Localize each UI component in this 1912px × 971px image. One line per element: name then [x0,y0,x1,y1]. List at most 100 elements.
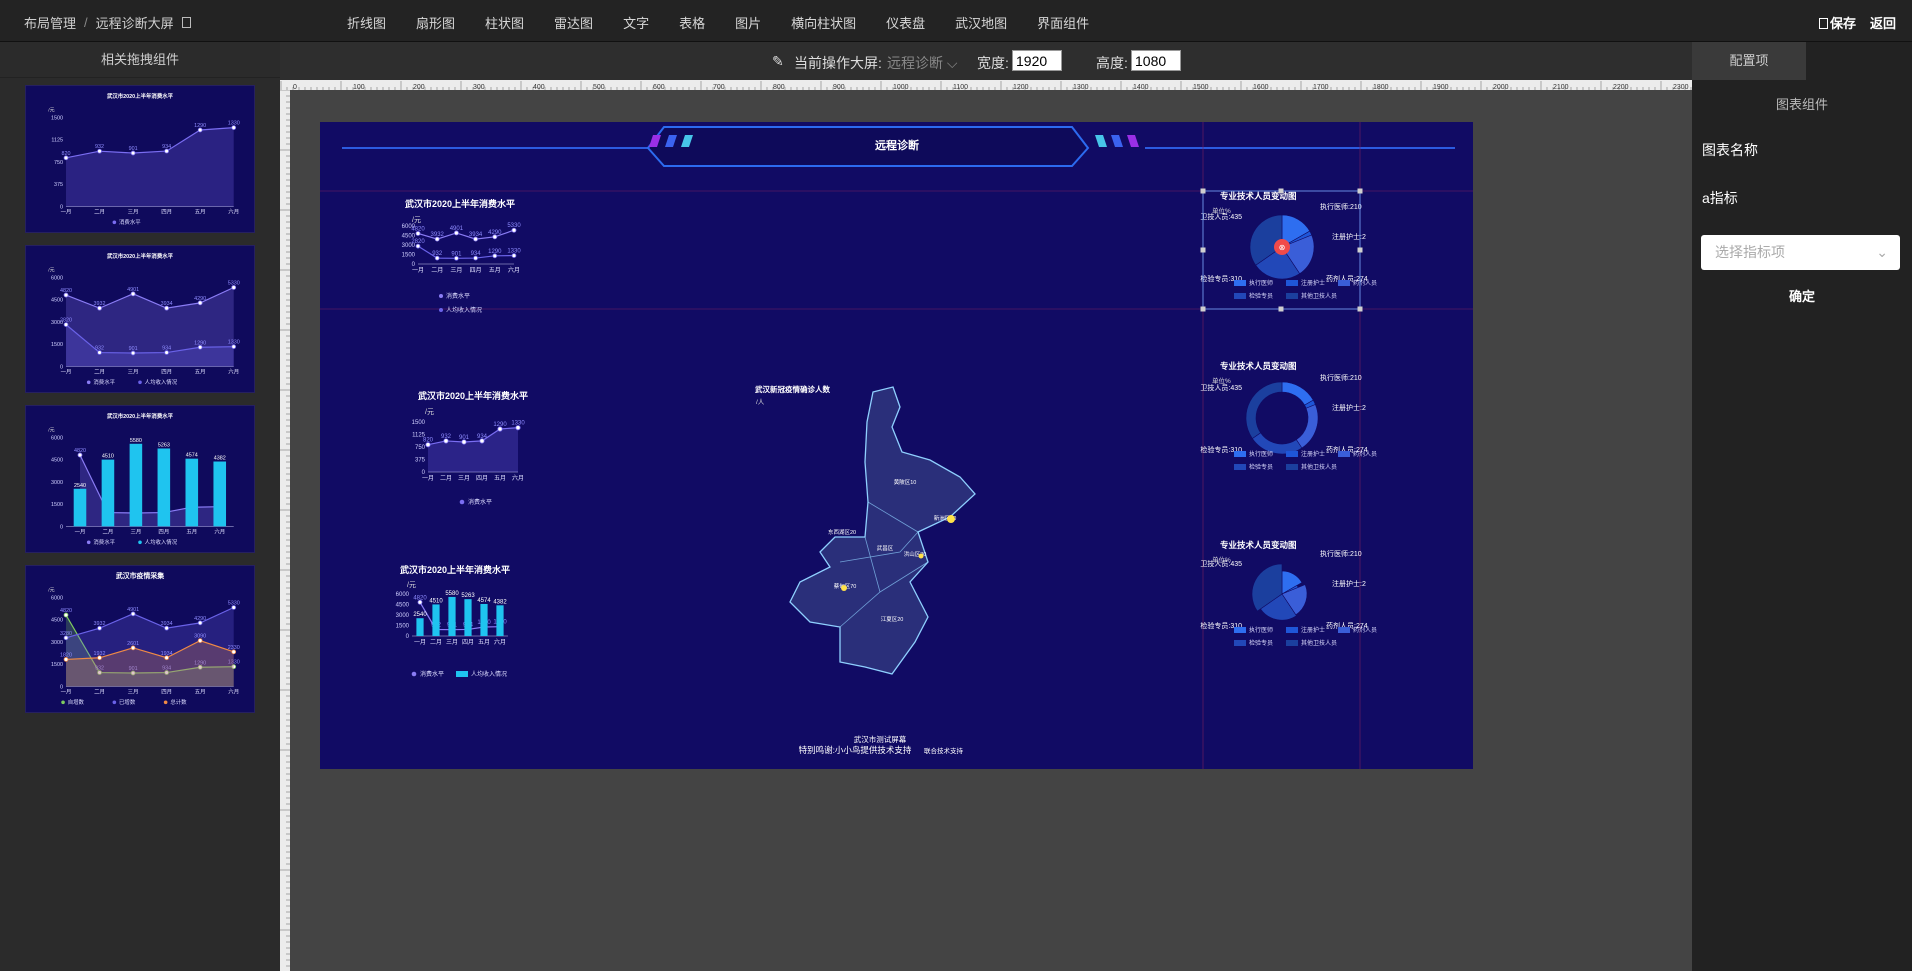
bar-5 [213,461,227,527]
x-tick-label: 六月 [228,368,239,376]
nav-item-5[interactable]: 表格 [679,13,705,32]
thumbnail-unit: /元 [48,428,54,434]
nav-item-10[interactable]: 界面组件 [1037,13,1089,32]
y-tick-label: 750 [54,160,63,166]
save-button[interactable]: 保存 [1818,13,1856,32]
nav-item-0[interactable]: 折线图 [347,13,386,32]
nav-item-4[interactable]: 文字 [623,13,649,32]
data-label: 820 [423,438,434,444]
legend-label: 消费水平 [468,498,492,506]
legend-label: 人均收入情况 [145,538,178,546]
confirm-button[interactable]: 确定 [1692,286,1912,305]
map-hotspot [918,553,924,559]
resize-handle [1278,306,1284,312]
x-tick-label: 六月 [214,528,225,536]
y-tick-label: 1500 [51,116,63,122]
y-tick-label: 4500 [51,298,63,304]
chart-unit: /元 [407,581,416,589]
data-label: 5330 [228,281,240,287]
y-tick-label: 6000 [396,592,410,598]
chevron-down-icon: ⌄ [1876,244,1888,260]
y-tick-label: 1500 [412,420,426,426]
delete-icon-glyph: ⊗ [1279,243,1286,252]
vertical-ruler [280,90,290,971]
x-tick-label: 四月 [470,267,482,274]
nav-item-2[interactable]: 柱状图 [485,13,524,32]
pie-legend-label: 执行医师 [1249,450,1273,458]
thumbnail-bar-chart[interactable]: 武汉市2020上半年消费水平/元 0 1500 3000 4500 6000 一月 二月 三月 四… [25,405,255,553]
pie-legend-marker [1234,293,1246,299]
chart-title-line2: 武汉市2020上半年消费水平 [418,390,528,401]
pie-title: 专业技术人员变动图 [1220,540,1297,550]
legend-label: 已增数 [119,698,136,706]
thumbnail-multi-line-chart[interactable]: 武汉市疫情采集/元 0 1500 3000 4500 6000 一月 二月 三月 四月 五月 六月 48… [25,565,255,713]
document-icon[interactable] [181,17,191,28]
data-label: 2820 [411,239,425,245]
edit-icon: ✎ [772,53,784,69]
y-tick-label: 3000 [51,480,63,486]
x-tick-label: 六月 [494,638,506,646]
x-tick-label: 五月 [195,369,206,376]
header-deco [1111,135,1123,147]
x-tick-label: 四月 [158,529,169,536]
data-label: 4820 [74,448,86,454]
data-label: 5580 [445,591,459,597]
pie-label: 执行医师:210 [1320,549,1362,558]
legend-label: 人均收入情况 [446,306,482,314]
left-panel: 相关拖拽组件 武汉市2020上半年消费水平/元 0 375 750 1125 1500 一月… [0,42,280,971]
data-label: 1330 [228,340,240,346]
config-panel: 配置项 图表组件 图表名称 a指标 选择指标项 ⌄ 确定 [1692,42,1912,971]
data-label: 2540 [74,483,86,489]
map-district-label: 武昌区 [877,544,894,552]
data-label: 1290 [194,340,206,346]
nav-item-7[interactable]: 横向柱状图 [791,13,856,32]
indicator-select[interactable]: 选择指标项 ⌄ [1701,235,1900,270]
pie-legend-label: 检验专员 [1249,463,1273,471]
resize-handle [1200,247,1206,253]
y-tick-label: 750 [415,445,426,451]
nav-item-1[interactable]: 扇形图 [416,13,455,32]
bar-3 [157,448,171,527]
nav-item-9[interactable]: 武汉地图 [955,13,1007,32]
width-input[interactable] [1012,50,1062,71]
y-tick-label: 4500 [51,458,63,464]
resize-handle [1357,247,1363,253]
data-label: 4290 [194,616,206,622]
legend-marker [456,671,468,677]
legend-label: 消费水平 [93,378,115,386]
screen-toolbar: ✎ 当前操作大屏: 远程诊断 ⌵ 宽度: 高度: [280,42,1692,80]
x-tick-label: 三月 [128,209,139,216]
resize-handle [1200,306,1206,312]
footer-line-2: 特别鸣谢:小小鸟提供技术支持 [799,745,912,755]
tab-config[interactable]: 配置项 [1692,42,1806,80]
left-panel-title: 相关拖拽组件 [0,42,280,78]
x-tick-label: 六月 [512,474,524,482]
current-screen-select[interactable]: 远程诊断 ⌵ [887,53,958,73]
thumbnail-area-chart[interactable]: 武汉市2020上半年消费水平/元 0 1500 3000 4500 6000 一月 二月 三月四… [25,245,255,393]
data-label: 4901 [450,226,464,232]
legend-label: 消费水平 [93,538,115,546]
data-label: 1330 [228,121,240,127]
data-label: 901 [129,346,138,352]
x-tick-label: 一月 [61,369,72,376]
back-button[interactable]: 返回 [1870,13,1896,32]
legend-marker [163,700,168,705]
chevron-down-icon: ⌵ [946,55,958,71]
height-input[interactable] [1131,50,1181,71]
data-label: 4382 [493,599,507,605]
thumbnail-title: 武汉市2020上半年消费水平 [107,252,174,260]
legend-label: 消费水平 [119,218,141,226]
data-label: 3932 [94,621,106,627]
x-tick-label: 二月 [103,529,114,536]
nav-item-3[interactable]: 雷达图 [554,13,593,32]
breadcrumb-root[interactable]: 布局管理 [24,13,76,32]
legend-marker [86,380,91,385]
pie-legend-marker [1338,627,1350,633]
pie-legend-label: 药剂人员 [1353,279,1377,287]
pie-legend-marker [1338,451,1350,457]
chart-unit: /元 [425,408,434,416]
nav-item-8[interactable]: 仪表盘 [886,13,925,32]
thumbnail-line-chart[interactable]: 武汉市2020上半年消费水平/元 0 375 750 1125 1500 一月 二月 三月 四月五… [25,85,255,233]
pie-legend-marker [1234,464,1246,470]
nav-item-6[interactable]: 图片 [735,13,761,32]
